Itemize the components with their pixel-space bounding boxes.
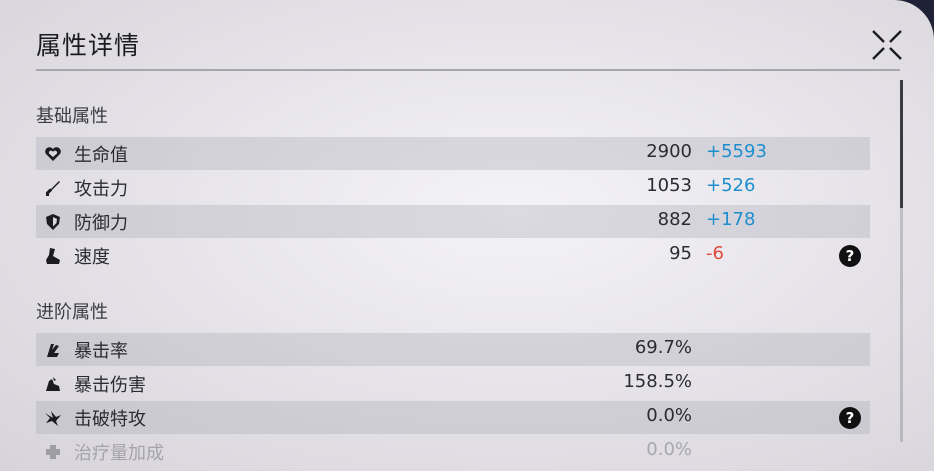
stat-row-def: 防御力 882 +178 (36, 205, 870, 238)
stat-value: 95 (669, 243, 692, 264)
sword-icon (45, 181, 60, 196)
shield-icon (46, 214, 60, 230)
stat-row-spd: 速度 95 -6 ? (36, 239, 870, 272)
title-divider (36, 69, 900, 71)
stat-value: 882 (657, 209, 692, 230)
stat-label: 暴击率 (74, 341, 128, 362)
stat-row-atk: 攻击力 1053 +526 (36, 171, 870, 204)
stat-row-crit-rate: 暴击率 69.7% (36, 333, 870, 366)
stat-label: 暴击伤害 (74, 375, 146, 396)
stat-row-healing-boost: 治疗量加成 0.0% (36, 435, 870, 468)
healing-plus-icon (46, 445, 60, 459)
advanced-attributes-heading: 进阶属性 (36, 302, 108, 323)
stat-value: 158.5% (623, 371, 692, 392)
crit-damage-icon (46, 377, 60, 391)
stat-bonus: +5593 (706, 141, 767, 162)
crit-rate-icon (47, 344, 59, 357)
stat-value: 1053 (646, 175, 692, 196)
stat-label: 攻击力 (74, 179, 128, 200)
stat-value: 69.7% (634, 337, 692, 358)
stat-label: 生命值 (74, 145, 128, 166)
help-icon[interactable]: ? (839, 245, 861, 267)
close-icon[interactable] (870, 28, 904, 62)
stat-row-crit-damage: 暴击伤害 158.5% (36, 367, 870, 400)
stat-bonus: +178 (706, 209, 756, 230)
boot-icon (46, 248, 60, 264)
scrollbar-thumb[interactable] (900, 80, 903, 208)
stat-value: 2900 (646, 141, 692, 162)
attribute-details-panel: 属性详情 基础属性 生命值 2900 +5593 攻击力 1053 +526 防… (0, 0, 934, 471)
stat-row-break-effect: 击破特攻 0.0% ? (36, 401, 870, 434)
stat-bonus: +526 (706, 175, 756, 196)
panel-title: 属性详情 (36, 31, 141, 60)
stat-value: 0.0% (646, 405, 692, 426)
stat-value: 0.0% (646, 439, 692, 460)
stat-label: 速度 (74, 247, 110, 268)
stat-bonus: -6 (706, 243, 724, 264)
help-icon[interactable]: ? (839, 407, 861, 429)
stat-row-hp: 生命值 2900 +5593 (36, 137, 870, 170)
break-effect-icon (45, 411, 61, 426)
basic-attributes-heading: 基础属性 (36, 106, 108, 127)
stat-label: 击破特攻 (74, 409, 146, 430)
heart-icon (45, 147, 61, 161)
stat-label: 治疗量加成 (74, 443, 164, 464)
stat-label: 防御力 (74, 213, 128, 234)
